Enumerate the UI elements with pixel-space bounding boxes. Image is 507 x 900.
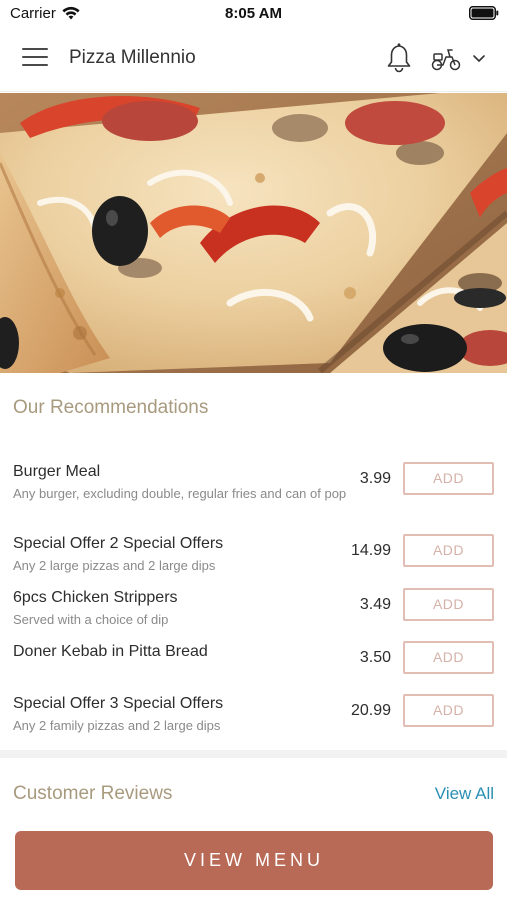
recommendations-heading: Our Recommendations bbox=[13, 397, 209, 418]
item-name: Special Offer 2 Special Offers bbox=[13, 535, 224, 552]
item-name: Doner Kebab in Pitta Bread bbox=[13, 643, 208, 660]
view-all-link[interactable]: View All bbox=[435, 784, 494, 804]
add-button[interactable]: ADD bbox=[403, 694, 494, 727]
item-name: Burger Meal bbox=[13, 463, 101, 480]
item-name: 6pcs Chicken Strippers bbox=[13, 589, 178, 606]
item-description: Any 2 family pizzas and 2 large dips bbox=[13, 718, 221, 733]
add-button[interactable]: ADD bbox=[403, 534, 494, 567]
bell-icon[interactable] bbox=[385, 42, 413, 74]
page-title: Pizza Millennio bbox=[69, 47, 196, 68]
battery-icon bbox=[469, 6, 499, 20]
add-button[interactable]: ADD bbox=[403, 462, 494, 495]
hamburger-menu-icon[interactable] bbox=[22, 48, 48, 70]
item-price: 3.99 bbox=[359, 470, 391, 487]
item-description: Served with a choice of dip bbox=[13, 612, 169, 627]
scooter-icon[interactable] bbox=[431, 46, 461, 72]
add-button[interactable]: ADD bbox=[403, 588, 494, 621]
hero-pizza-image bbox=[0, 93, 507, 373]
item-description: Any 2 large pizzas and 2 large dips bbox=[13, 558, 216, 573]
item-description: Any burger, excluding double, regular fr… bbox=[13, 486, 347, 501]
section-divider bbox=[0, 750, 507, 758]
item-price: 14.99 bbox=[350, 542, 391, 559]
item-name: Special Offer 3 Special Offers bbox=[13, 695, 224, 712]
status-time: 8:05 AM bbox=[225, 5, 282, 22]
chevron-down-icon[interactable] bbox=[471, 52, 487, 64]
item-price: 20.99 bbox=[350, 702, 391, 719]
view-menu-button[interactable]: VIEW MENU bbox=[15, 831, 493, 890]
reviews-heading: Customer Reviews bbox=[13, 783, 173, 804]
add-button[interactable]: ADD bbox=[403, 641, 494, 674]
status-bar: Carrier 8:05 AM bbox=[0, 0, 507, 26]
item-price: 3.49 bbox=[359, 596, 391, 613]
item-price: 3.50 bbox=[359, 649, 391, 666]
app-header: Pizza Millennio bbox=[0, 26, 507, 92]
